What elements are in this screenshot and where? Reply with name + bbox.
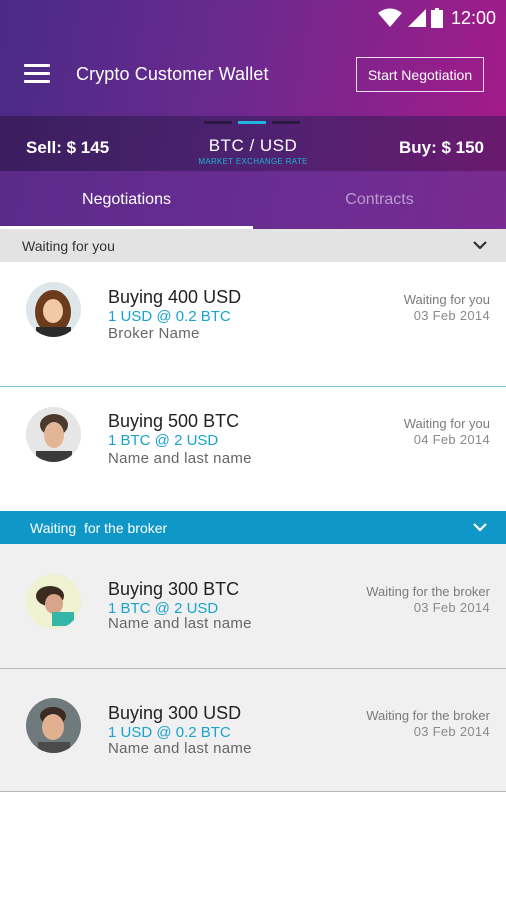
item-title: Buying 500 BTC <box>108 411 240 431</box>
market-rate-label: MARKET EXCHANGE RATE <box>198 157 308 166</box>
negotiation-list-item[interactable]: Buying 300 USD 1 USD @ 0.2 BTC Name and … <box>0 669 506 791</box>
item-date: 03 Feb 2014 <box>413 724 490 739</box>
section-header-waiting-for-broker[interactable]: Waiting for the broker <box>0 511 506 544</box>
wifi-icon <box>377 8 403 28</box>
buy-price: Buy: $ 150 <box>398 138 484 157</box>
tab-contracts[interactable]: Contracts <box>253 171 506 229</box>
chevron-down-icon[interactable] <box>472 238 488 254</box>
page-title: Crypto Customer Wallet <box>76 64 269 84</box>
section-title: Waiting for you <box>22 237 115 254</box>
tab-bar: Negotiations Contracts <box>0 171 506 229</box>
market-rate-bar: Sell: $ 145 BTC / USD MARKET EXCHANGE RA… <box>0 116 506 171</box>
item-status: Waiting for you <box>403 416 490 431</box>
page-indicator-dot[interactable] <box>272 121 300 124</box>
app-header: 12:00 Crypto Customer Wallet Start Negot… <box>0 0 506 116</box>
section-header-waiting-for-you[interactable]: Waiting for you <box>0 229 506 262</box>
page-indicator-dot-active[interactable] <box>238 121 266 124</box>
battery-icon <box>430 8 443 28</box>
page-indicator-dot[interactable] <box>204 121 232 124</box>
item-rate: 1 BTC @ 2 USD <box>108 432 219 449</box>
signal-icon <box>407 8 427 28</box>
item-status: Waiting for the broker <box>366 708 490 723</box>
item-counterparty: Broker Name <box>108 325 200 342</box>
page-indicator[interactable] <box>204 121 300 124</box>
item-status: Waiting for the broker <box>366 584 490 599</box>
negotiation-list-item[interactable]: Buying 300 BTC 1 BTC @ 2 USD Name and la… <box>0 544 506 668</box>
avatar <box>26 282 81 337</box>
item-title: Buying 300 USD <box>108 703 242 723</box>
item-date: 04 Feb 2014 <box>413 432 490 447</box>
item-date: 03 Feb 2014 <box>413 308 490 323</box>
item-counterparty: Name and last name <box>108 740 252 757</box>
avatar <box>26 407 81 462</box>
item-rate: 1 USD @ 0.2 BTC <box>108 724 231 741</box>
item-date: 03 Feb 2014 <box>413 600 490 615</box>
item-rate: 1 USD @ 0.2 BTC <box>108 308 231 325</box>
tab-negotiations[interactable]: Negotiations <box>0 171 253 229</box>
start-negotiation-button[interactable]: Start Negotiation <box>356 57 484 92</box>
negotiation-list-item[interactable]: Buying 400 USD 1 USD @ 0.2 BTC Broker Na… <box>0 262 506 386</box>
status-bar: 12:00 <box>377 6 496 30</box>
avatar <box>26 698 81 753</box>
hamburger-menu-icon[interactable] <box>24 64 50 84</box>
item-counterparty: Name and last name <box>108 450 252 467</box>
divider <box>0 791 506 792</box>
negotiation-list-item[interactable]: Buying 500 BTC 1 BTC @ 2 USD Name and la… <box>0 387 506 511</box>
section-title: Waiting for the broker <box>30 519 168 536</box>
chevron-down-icon[interactable] <box>472 520 488 536</box>
item-status: Waiting for you <box>403 292 490 307</box>
status-time: 12:00 <box>450 7 496 28</box>
item-title: Buying 400 USD <box>108 287 242 307</box>
item-title: Buying 300 BTC <box>108 579 240 599</box>
item-counterparty: Name and last name <box>108 615 252 632</box>
avatar <box>26 574 81 629</box>
